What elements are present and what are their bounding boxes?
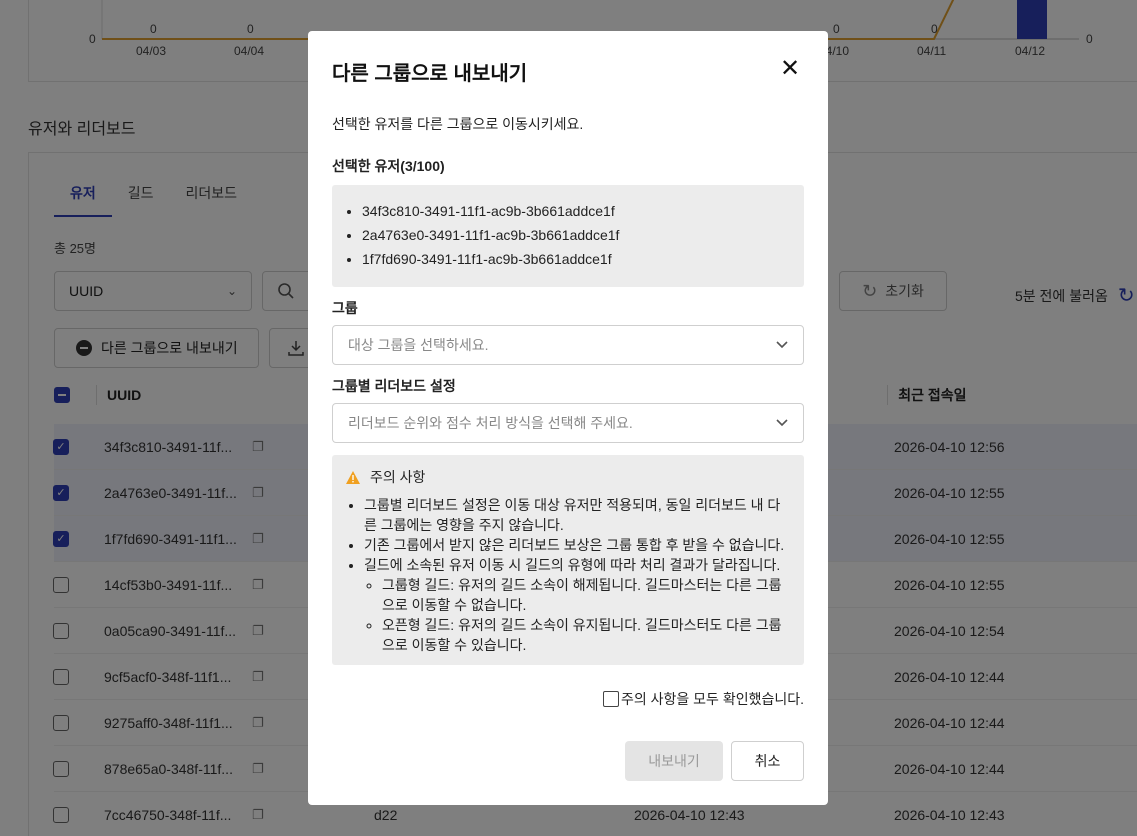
leaderboard-setting-select[interactable]: 리더보드 순위와 점수 처리 방식을 선택해 주세요.: [332, 403, 804, 443]
notice-item: 기존 그룹에서 받지 않은 리더보드 보상은 그룹 통합 후 받을 수 없습니다…: [364, 535, 790, 555]
selected-users-label: 선택한 유저(3/100): [332, 158, 445, 174]
close-icon[interactable]: ✕: [778, 57, 802, 81]
confirm-checkbox[interactable]: 주의 사항을 모두 확인했습니다.: [603, 689, 804, 709]
notice-subitem: 오픈형 길드: 유저의 길드 소속이 유지됩니다. 길드마스터도 다른 그룹으로…: [382, 615, 790, 655]
notice-box: 주의 사항 그룹별 리더보드 설정은 이동 대상 유저만 적용되며, 동일 리더…: [332, 455, 804, 665]
export-modal: 다른 그룹으로 내보내기 ✕ 선택한 유저를 다른 그룹으로 이동시키세요. 선…: [308, 31, 828, 805]
group-label: 그룹: [332, 300, 358, 316]
confirm-checkbox-box[interactable]: [603, 691, 619, 707]
modal-title: 다른 그룹으로 내보내기: [332, 63, 528, 85]
leaderboard-setting-label: 그룹별 리더보드 설정: [332, 378, 456, 394]
notice-item: 그룹별 리더보드 설정은 이동 대상 유저만 적용되며, 동일 리더보드 내 다…: [364, 495, 790, 535]
chevron-down-icon: [776, 419, 788, 427]
group-select[interactable]: 대상 그룹을 선택하세요.: [332, 325, 804, 365]
notice-subitem: 그룹형 길드: 유저의 길드 소속이 해제됩니다. 길드마스터는 다른 그룹으로…: [382, 575, 790, 615]
notice-title: 주의 사항: [370, 469, 426, 485]
selected-uuid-item: 2a4763e0-3491-11f1-ac9b-3b661addce1f: [362, 223, 804, 247]
warning-icon: [346, 470, 360, 484]
cancel-button[interactable]: 취소: [731, 741, 804, 781]
notice-item: 길드에 소속된 유저 이동 시 길드의 유형에 따라 처리 결과가 달라집니다.…: [364, 555, 790, 655]
notice-header: 주의 사항: [346, 467, 790, 487]
leaderboard-select-placeholder: 리더보드 순위와 점수 처리 방식을 선택해 주세요.: [348, 415, 633, 431]
selected-uuid-item: 34f3c810-3491-11f1-ac9b-3b661addce1f: [362, 199, 804, 223]
notice-item-text: 길드에 소속된 유저 이동 시 길드의 유형에 따라 처리 결과가 달라집니다.: [364, 557, 781, 573]
group-select-placeholder: 대상 그룹을 선택하세요.: [348, 337, 489, 353]
export-submit-button[interactable]: 내보내기: [625, 741, 723, 781]
modal-description: 선택한 유저를 다른 그룹으로 이동시키세요.: [332, 116, 584, 132]
confirm-label: 주의 사항을 모두 확인했습니다.: [621, 691, 804, 707]
selected-users-list: 34f3c810-3491-11f1-ac9b-3b661addce1f 2a4…: [332, 185, 804, 287]
selected-uuid-item: 1f7fd690-3491-11f1-ac9b-3b661addce1f: [362, 247, 804, 271]
chevron-down-icon: [776, 341, 788, 349]
